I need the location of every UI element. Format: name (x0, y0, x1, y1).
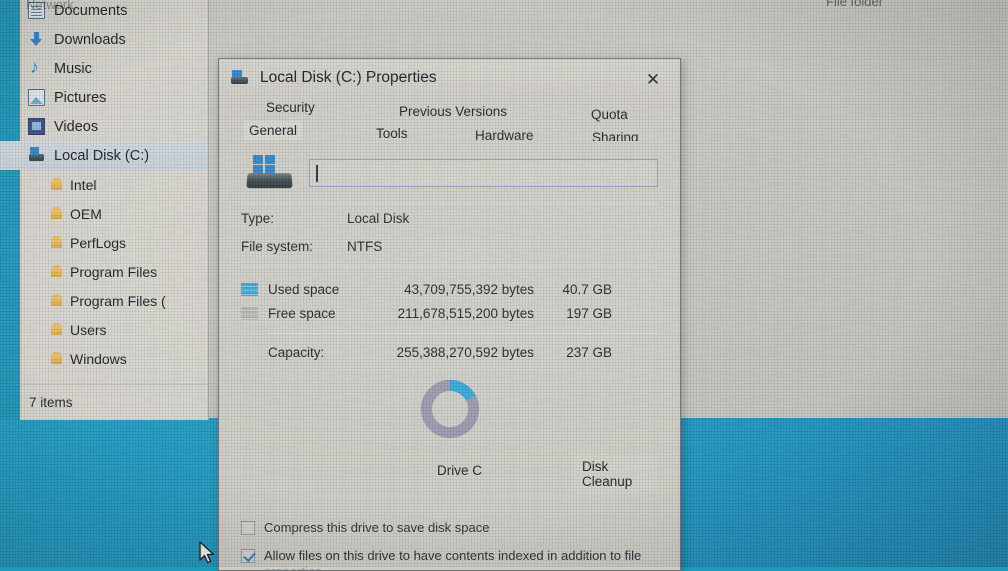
sidebar-item-videos[interactable]: Videos (22, 112, 208, 141)
option-label-text: Compress this drive to save disk space (264, 520, 490, 535)
tab-strip: Security Previous Versions Quota General Too… (219, 96, 680, 145)
sidebar-item-local-disk-c[interactable]: Local Disk (C:) (0, 141, 208, 170)
space-row: Free space 211,678,515,200 bytes 197 GB (241, 301, 658, 325)
sidebar-item-label: Windows (70, 350, 127, 367)
space-row: Used space 43,709,755,392 bytes 40.7 GB (241, 277, 658, 301)
drive-caption: Drive C (437, 462, 483, 478)
tab-quota[interactable]: Quota (586, 105, 633, 124)
sidebar-item-oem[interactable]: OEM (22, 199, 208, 228)
info-row: Type: Local Disk (241, 204, 658, 232)
folder-icon (50, 236, 63, 249)
file-folder-label: File folder (826, 0, 884, 9)
drive-icon (231, 69, 249, 86)
sidebar-item-program-files[interactable]: Program Files ( (22, 286, 208, 315)
drive-caption-row: Drive C Disk Cleanup (241, 455, 658, 493)
tab-security[interactable]: Security (261, 98, 320, 117)
divider (268, 333, 658, 334)
sidebar-item-downloads[interactable]: Downloads (22, 25, 208, 54)
volume-label-input[interactable] (309, 159, 658, 187)
checkbox-checked-icon[interactable] (241, 548, 255, 563)
space-bytes: 43,709,755,392 bytes (404, 281, 534, 297)
space-gb: 40.7 GB (562, 281, 612, 297)
sidebar-item-users[interactable]: Users (22, 315, 208, 344)
info-value: NTFS (347, 238, 383, 254)
space-bytes: 211,678,515,200 bytes (397, 305, 534, 321)
sidebar-item-label: Program Files ( (70, 292, 166, 309)
status-item-count: 7 items (29, 395, 73, 410)
drive-options-list: Compress this drive to save disk space Al… (241, 520, 658, 570)
info-key: Type: (241, 210, 275, 226)
info-row: File system: NTFS (241, 232, 658, 260)
folder-icon (50, 178, 63, 191)
file-explorer-window: DocumentsDownloadsMusicPicturesVideosLoc… (0, 0, 209, 420)
pictures-icon (28, 89, 45, 106)
folder-icon (50, 294, 63, 307)
drive-large-icon (246, 155, 293, 191)
capacity-gb: 237 GB (566, 344, 612, 360)
capacity-label: Capacity: (268, 344, 325, 360)
music-icon (28, 57, 45, 78)
tab-previous-versions[interactable]: Previous Versions (394, 102, 512, 121)
space-gb: 197 GB (566, 305, 612, 321)
info-value: Local Disk (347, 210, 410, 226)
sidebar-item-intel[interactable]: Intel (22, 170, 208, 199)
sidebar-item-label: OEM (70, 205, 102, 222)
option-label-cut: properties (264, 564, 641, 570)
sidebar-item-label: Pictures (54, 89, 107, 106)
disk-icon (28, 147, 45, 164)
sidebar-item-label: PerfLogs (70, 234, 127, 251)
option-label: Compress this drive to save disk space (264, 520, 489, 537)
tab-general[interactable]: General (244, 121, 303, 140)
text-caret (316, 164, 318, 182)
sidebar-item-label: Downloads (54, 31, 126, 48)
dialog-titlebar[interactable]: Local Disk (C:) Properties ✕ (219, 59, 680, 96)
sidebar-item-label: Local Disk (C:) (54, 147, 150, 164)
space-name: Used space (268, 281, 340, 297)
free-space-swatch-icon (241, 306, 258, 320)
sidebar-item-windows[interactable]: Windows (22, 344, 208, 373)
drive-info-list: Type: Local Disk File system: NTFS (241, 204, 658, 260)
space-usage-list: Used space 43,709,755,392 bytes 40.7 GB Fre… (241, 277, 658, 325)
checkbox-unchecked-icon[interactable] (241, 521, 255, 535)
sidebar-item-label: Program Files (70, 263, 158, 280)
disk-usage-chart (241, 376, 658, 442)
folder-icon (50, 323, 63, 336)
sidebar-item-music[interactable]: Music (22, 54, 208, 83)
status-bar: 7 items (22, 384, 208, 420)
donut-chart-svg (420, 379, 479, 439)
sidebar-item-program-files[interactable]: Program Files (22, 257, 208, 286)
dialog-title: Local Disk (C:) Properties (260, 68, 437, 86)
space-name: Free space (268, 305, 336, 321)
divider (241, 266, 658, 267)
volume-label-row (241, 141, 658, 197)
folder-icon (50, 352, 63, 365)
capacity-bytes: 255,388,270,592 bytes (396, 344, 534, 360)
videos-icon (28, 118, 45, 135)
sidebar-item-pictures[interactable]: Pictures (22, 83, 208, 112)
sidebar-item-label: Music (54, 60, 92, 77)
download-icon (28, 31, 45, 48)
used-space-swatch-icon (241, 282, 258, 296)
capacity-row: Capacity: 255,388,270,592 bytes 237 GB (241, 340, 658, 364)
option-row[interactable]: Compress this drive to save disk space (241, 520, 658, 537)
info-key: File system: (241, 238, 314, 254)
navigation-pane: DocumentsDownloadsMusicPicturesVideosLoc… (0, 0, 208, 384)
sidebar-item-perflogs[interactable]: PerfLogs (22, 228, 208, 257)
close-icon[interactable]: ✕ (636, 69, 670, 91)
explorer-left-edge (0, 0, 20, 420)
option-label-text: Allow files on this drive to have conten… (264, 547, 642, 563)
nav-item-partial: Network (26, 0, 74, 12)
sidebar-item-label: Users (70, 321, 107, 338)
folder-icon (50, 207, 63, 220)
mouse-cursor (199, 541, 215, 564)
local-disk-properties-dialog: Local Disk (C:) Properties ✕ Security Pre… (218, 58, 681, 571)
disk-cleanup-button[interactable]: Disk Cleanup (573, 455, 658, 493)
general-tab-panel: Type: Local Disk File system: NTFS Used spa… (219, 141, 680, 570)
sidebar-item-label: Videos (54, 118, 99, 135)
sidebar-item-label: Intel (70, 176, 97, 193)
folder-icon (50, 265, 63, 278)
